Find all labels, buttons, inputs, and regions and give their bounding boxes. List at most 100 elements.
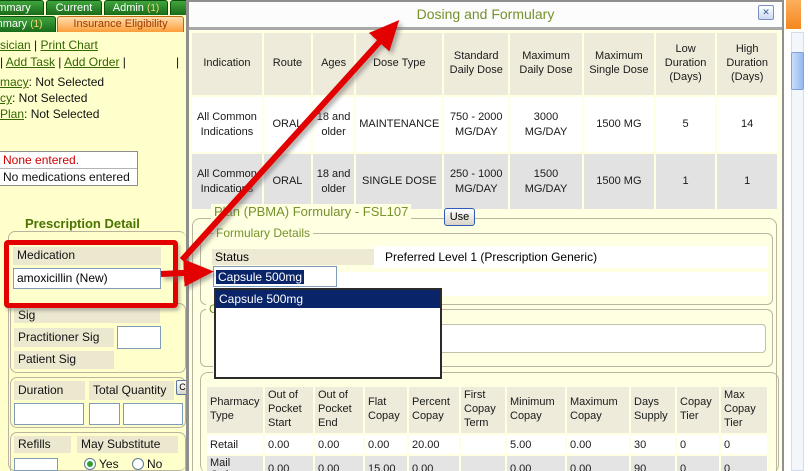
radio-label: No <box>147 457 162 471</box>
cell: 1500 MG <box>584 97 654 152</box>
col-header: Route <box>264 33 311 95</box>
selection-value: : Not Selected <box>12 91 87 105</box>
cell: Mail Order <box>207 456 263 471</box>
col-header: Out of Pocket Start <box>265 387 313 433</box>
drug-form-combobox[interactable]: Capsule 500mg <box>213 266 337 287</box>
cell: All Common Indications <box>192 97 262 152</box>
practitioner-sig-label: Practitioner Sig <box>14 328 114 347</box>
cell: SINGLE DOSE <box>356 154 442 209</box>
col-header: Flat Copay <box>365 387 407 433</box>
cell: 0.00 <box>507 456 565 471</box>
cell: 20.00 <box>409 435 459 454</box>
cell: 750 - 2000 MG/DAY <box>444 97 508 152</box>
col-header: Maximum Single Dose <box>584 33 654 95</box>
cell: 0.00 <box>265 456 313 471</box>
col-header: Percent Copay <box>409 387 459 433</box>
screen: mmary Current Admin (1) mmary (1) Insura… <box>0 0 808 471</box>
medications-alert: No medications entered <box>0 169 137 185</box>
copay-table: Pharmacy Type Out of Pocket Start Out of… <box>205 385 769 471</box>
tab-count: (1) <box>30 19 42 30</box>
cell: All Common Indications <box>192 154 262 209</box>
col-header: Maximum Copay <box>567 387 629 433</box>
secondary-link[interactable]: cy <box>0 91 12 105</box>
col-header: Ages <box>313 33 354 95</box>
practitioner-sig-input[interactable] <box>117 326 161 349</box>
cell: 18 and older <box>313 154 354 209</box>
toolbar-line-1: sician | Print Chart <box>0 38 98 52</box>
tab-current[interactable]: Current <box>46 0 102 15</box>
plan-formulary-legend: Plan (PBMA) Formulary - FSL107 <box>211 204 411 219</box>
substitute-yes-radio[interactable]: Yes <box>84 457 119 471</box>
add-task-link[interactable]: Add Task <box>6 55 55 69</box>
total-quantity-unit-input[interactable] <box>123 403 183 425</box>
refills-label: Refills <box>14 436 71 453</box>
cell: ORAL <box>264 154 311 209</box>
refills-input[interactable] <box>14 458 58 471</box>
tab-admin[interactable]: Admin (1) <box>104 0 168 15</box>
cell: 1 <box>717 154 777 209</box>
cell: 90 <box>631 456 675 471</box>
tab-summary-fragment[interactable]: mmary <box>0 0 44 15</box>
col-header: Maximum Daily Dose <box>510 33 582 95</box>
cell <box>461 456 505 471</box>
table-row: All Common Indications ORAL 18 and older… <box>192 154 777 209</box>
plan-link[interactable]: Plan <box>0 107 24 121</box>
cell: 18 and older <box>313 97 354 152</box>
copay-header-row: Pharmacy Type Out of Pocket Start Out of… <box>207 387 767 433</box>
tab-insurance-eligibility[interactable]: Insurance Eligibility <box>57 16 184 32</box>
cell: 0.00 <box>265 435 313 454</box>
cell: 1500 MG <box>584 154 654 209</box>
duration-input[interactable] <box>14 403 84 425</box>
total-quantity-input[interactable] <box>89 403 120 425</box>
dialog-title: Dosing and Formulary <box>189 2 782 26</box>
table-row: Mail Order 0.00 0.00 15.00 0.00 0.00 0.0… <box>207 456 767 471</box>
tab-label: mmary <box>0 2 31 14</box>
vertical-scrollbar[interactable] <box>791 32 804 471</box>
toolbar-line-2: | Add Task | Add Order | <box>0 55 126 69</box>
tab-label: Current <box>56 2 93 14</box>
separator: | <box>0 55 3 69</box>
cell: 0.00 <box>365 435 407 454</box>
prescription-detail-legend: Prescription Detail <box>22 216 143 231</box>
scrollbar-thumb[interactable] <box>791 52 804 90</box>
alerts-box: None entered. No medications entered <box>0 151 138 186</box>
dosing-formulary-dialog: Dosing and Formulary ✕ Indication Route … <box>186 0 784 471</box>
dosing-table: Indication Route Ages Dose Type Standard… <box>190 31 779 211</box>
allergy-alert: None entered. <box>0 152 137 169</box>
cell: 30 <box>631 435 675 454</box>
separator: | <box>34 38 37 52</box>
cell: 0 <box>677 435 719 454</box>
formulary-details-legend: Formulary Details <box>213 226 313 240</box>
print-chart-link[interactable]: Print Chart <box>41 38 98 52</box>
physician-link[interactable]: sician <box>0 38 31 52</box>
tab-summary2-fragment[interactable]: mmary (1) <box>0 16 56 32</box>
cell: 0 <box>721 435 767 454</box>
selection-value: : Not Selected <box>24 107 99 121</box>
cell: 0.00 <box>567 435 629 454</box>
trailing-separator: | <box>176 55 179 69</box>
radio-label: Yes <box>99 457 119 471</box>
close-icon[interactable]: ✕ <box>758 5 774 20</box>
cell: 14 <box>717 97 777 152</box>
tab-count: (1) <box>147 3 159 14</box>
dropdown-option[interactable]: Capsule 500mg <box>216 290 440 308</box>
pharmacy-link[interactable]: macy <box>0 75 29 89</box>
total-quantity-label: Total Quantity <box>89 381 174 400</box>
cell: Retail <box>207 435 263 454</box>
cell: ORAL <box>264 97 311 152</box>
plan-selection: Plan: Not Selected <box>0 107 99 121</box>
cell: 0 <box>721 456 767 471</box>
cell: 1500 MG/DAY <box>510 154 582 209</box>
duration-label: Duration <box>14 381 85 400</box>
use-button[interactable]: Use <box>444 208 475 226</box>
cell: 0.00 <box>315 435 363 454</box>
add-order-link[interactable]: Add Order <box>64 55 119 69</box>
separator: | <box>123 55 126 69</box>
cell: 1 <box>656 154 716 209</box>
substitute-no-radio[interactable]: No <box>132 457 162 471</box>
cell: 5 <box>656 97 716 152</box>
col-header: Pharmacy Type <box>207 387 263 433</box>
drug-form-dropdown-list: Capsule 500mg <box>214 288 442 379</box>
col-header: Minimum Copay <box>507 387 565 433</box>
dialog-titlebar: Dosing and Formulary ✕ <box>189 2 782 30</box>
